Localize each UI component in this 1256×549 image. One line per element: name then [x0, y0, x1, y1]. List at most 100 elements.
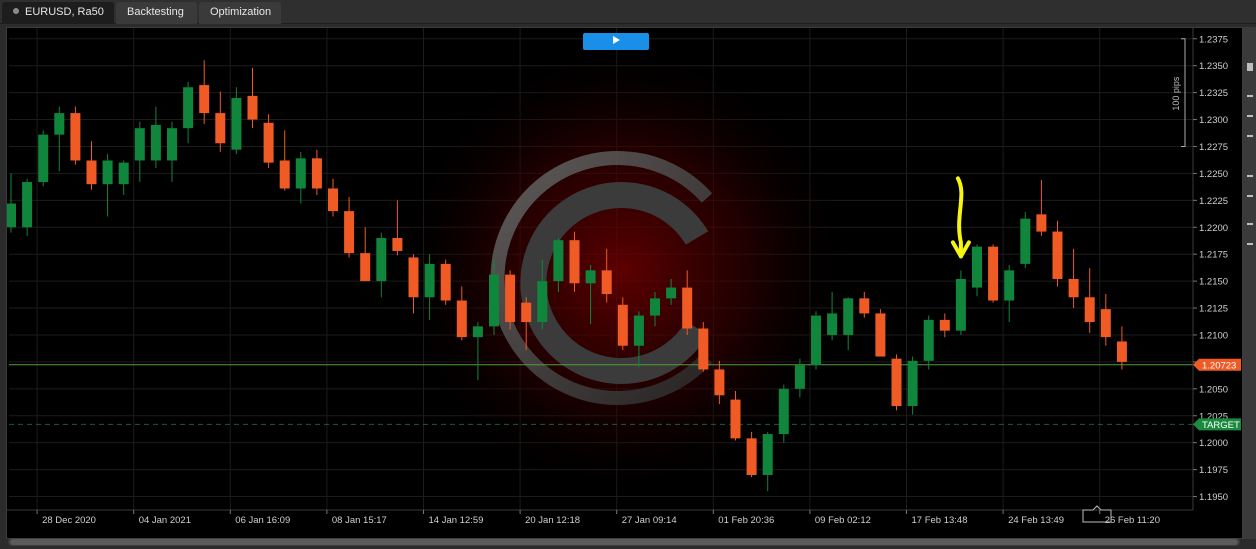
toolbar-mark[interactable]	[1247, 135, 1253, 137]
candle-body	[778, 388, 789, 435]
candle-body	[939, 319, 950, 331]
play-icon	[613, 36, 620, 44]
annotation-arrow	[950, 176, 971, 259]
toolbar-mark[interactable]	[1247, 95, 1253, 97]
price-tick-label: 1.2350	[1199, 61, 1228, 72]
candle-body	[1036, 214, 1047, 232]
chart-area[interactable]: 1.2375 1.2350 1.2325 1.2300 1.2275 1.2250 1.22…	[6, 27, 1243, 539]
candle-body	[376, 238, 387, 282]
candle-body	[988, 246, 999, 301]
candle-body	[7, 203, 16, 228]
toolbar-mark[interactable]	[1247, 243, 1253, 245]
candle-body	[38, 134, 49, 183]
price-tick-label: 1.2125	[1199, 304, 1228, 315]
target-label: TARGET	[1202, 420, 1240, 431]
candle-body	[698, 328, 709, 370]
candle-body	[1116, 341, 1127, 362]
time-tick-label: 26 Feb 11:20	[1105, 515, 1160, 526]
candle-body	[408, 257, 419, 298]
candle-body	[955, 278, 966, 331]
price-tick-label: 1.1975	[1199, 465, 1228, 476]
toolbar-mark[interactable]	[1247, 223, 1253, 225]
annotation-arrow-shaft	[955, 176, 964, 259]
price-tick-label: 1.2100	[1199, 330, 1228, 341]
candle-body	[424, 263, 435, 298]
candle-body	[231, 98, 242, 150]
price-tick-label: 1.1950	[1199, 492, 1228, 503]
candle-body	[714, 369, 725, 396]
candle-body	[666, 287, 677, 299]
time-tick-label: 08 Jan 15:17	[332, 515, 387, 526]
horizontal-scrollbar[interactable]	[8, 538, 1240, 546]
candle-body	[311, 158, 322, 189]
candle-body	[1068, 278, 1079, 298]
price-tick-label: 1.2300	[1199, 115, 1228, 126]
candle-body	[279, 160, 290, 189]
time-tick-label: 17 Feb 13:48	[912, 515, 968, 526]
candle-body	[569, 240, 580, 284]
candle-body	[682, 287, 693, 329]
candle-body	[456, 300, 467, 338]
candle-body	[1004, 270, 1015, 301]
candle-body	[167, 128, 177, 161]
time-axis[interactable]: 28 Dec 2020 04 Jan 2021 06 Jan 16:09 08 Jan…	[7, 505, 1193, 526]
candle-body	[118, 162, 129, 185]
candle-body	[472, 326, 483, 338]
candlestick-chart[interactable]: 1.2375 1.2350 1.2325 1.2300 1.2275 1.2250 1.22…	[7, 28, 1242, 538]
candle-body	[183, 87, 194, 129]
candle-body	[150, 124, 161, 161]
candle-body	[617, 304, 628, 346]
toolbar-mark[interactable]	[1247, 195, 1253, 197]
candle-body	[22, 182, 33, 228]
candle-body	[1020, 218, 1031, 264]
right-toolbar	[1243, 27, 1256, 539]
candle-body	[344, 211, 355, 254]
toolbar-mark[interactable]	[1247, 175, 1253, 177]
tab-backtesting[interactable]: Backtesting	[116, 2, 197, 24]
toolbar-mark[interactable]	[1247, 63, 1253, 71]
candle-body	[86, 160, 97, 185]
candle-body	[1084, 297, 1095, 323]
candle-body	[102, 160, 113, 185]
price-tick-label: 1.2150	[1199, 277, 1228, 288]
tab-optimization[interactable]: Optimization	[199, 2, 281, 24]
time-tick-label: 06 Jan 16:09	[235, 515, 290, 526]
candle-body	[859, 298, 870, 314]
candle-body	[794, 365, 805, 389]
candle-body	[972, 246, 982, 288]
candle-body	[923, 319, 934, 361]
candle-body	[585, 270, 596, 284]
time-tick-label: 04 Jan 2021	[139, 515, 191, 526]
price-tick-label: 1.2325	[1199, 88, 1228, 99]
time-tick-label: 24 Feb 13:49	[1008, 515, 1064, 526]
toolbar-mark[interactable]	[1247, 115, 1253, 117]
tab-label: Optimization	[210, 6, 272, 18]
candle-body	[521, 302, 532, 323]
candle-body	[875, 313, 886, 357]
price-axis[interactable]: 1.2375 1.2350 1.2325 1.2300 1.2275 1.2250 1.22…	[1192, 28, 1241, 510]
candle-body	[505, 274, 516, 323]
price-tick-label: 1.2225	[1199, 196, 1228, 207]
price-tick-label: 1.2250	[1199, 169, 1228, 180]
candle-body	[134, 128, 145, 161]
candle-body	[601, 270, 612, 295]
candle-body	[907, 360, 918, 407]
time-tick-label: 14 Jan 12:59	[429, 515, 484, 526]
candle-body	[360, 253, 371, 282]
price-tick-label: 1.2050	[1199, 384, 1228, 395]
price-tick-label: 1.2375	[1199, 34, 1228, 45]
candle-body	[827, 313, 838, 335]
play-button[interactable]	[583, 33, 649, 50]
candle-body	[1100, 309, 1111, 338]
scrollbar-thumb[interactable]	[10, 539, 1238, 545]
pip-scale-label: 100 pips	[1171, 76, 1181, 111]
time-tick-label: 28 Dec 2020	[42, 515, 96, 526]
status-dot-icon	[13, 8, 19, 14]
candle-body	[440, 263, 451, 301]
price-tick-label: 1.2200	[1199, 223, 1228, 234]
time-tick-label: 27 Jan 09:14	[622, 515, 677, 526]
tab-eurusd-chart[interactable]: EURUSD, Ra50	[2, 2, 114, 24]
candle-body	[891, 358, 902, 407]
candle-body	[263, 122, 274, 163]
price-tick-label: 1.2175	[1199, 250, 1228, 261]
